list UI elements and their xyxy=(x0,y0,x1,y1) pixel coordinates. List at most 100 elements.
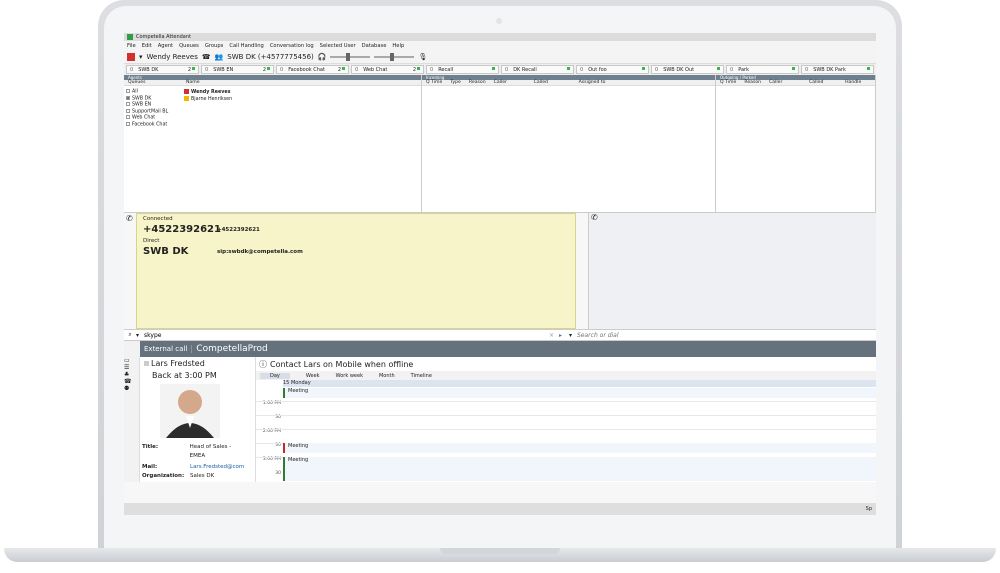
status-dot xyxy=(492,67,495,70)
person-name: Lars Fredsted xyxy=(151,359,205,368)
queue-tab[interactable]: 0 Facebook Chat 2 xyxy=(276,65,349,74)
mic-icon[interactable]: 🎙 xyxy=(418,53,427,61)
search-input[interactable] xyxy=(144,330,549,340)
menu-help[interactable]: Help xyxy=(392,43,404,49)
col-called[interactable]: Called xyxy=(530,80,575,85)
checkbox[interactable] xyxy=(126,115,130,119)
handset-icon[interactable]: ✆ xyxy=(126,214,133,223)
status-dot xyxy=(717,67,720,70)
dropdown-icon[interactable]: ▾ xyxy=(139,53,143,61)
person-details: Title: Head of Sales - EMEA Mail: Lars.Fre… xyxy=(142,443,248,481)
menu-edit[interactable]: Edit xyxy=(142,43,152,49)
checkbox[interactable] xyxy=(126,102,130,106)
menu-agent[interactable]: Agent xyxy=(158,43,173,49)
col-reason[interactable]: Reason xyxy=(740,80,765,85)
status-icon xyxy=(184,89,189,94)
search-icon[interactable]: ⌕ xyxy=(124,331,136,339)
person-mail[interactable]: Lars.Fredsted@com xyxy=(190,463,244,472)
agent-row[interactable]: Wendy Reeves xyxy=(184,89,232,96)
dropdown-icon[interactable]: ▾ xyxy=(569,332,577,339)
laptop-notch xyxy=(440,548,560,554)
col-queues[interactable]: Queues xyxy=(124,80,182,85)
phone-icon[interactable]: ☎ xyxy=(124,378,139,385)
queue-tab[interactable]: 0 DK Recall xyxy=(501,65,574,74)
org-icon[interactable]: ♣ xyxy=(124,371,139,378)
phone-icon[interactable]: ☎ xyxy=(202,53,211,61)
active-call-card[interactable]: ✆ Connected +4522392621 +4522392621 Dire… xyxy=(126,213,576,329)
headset-icon[interactable]: 🎧 xyxy=(318,53,327,61)
menu-call-handling[interactable]: Call Handling xyxy=(229,43,263,49)
checkbox[interactable] xyxy=(126,121,130,126)
calendar-date: 15 Monday xyxy=(283,380,876,387)
tab-work-week[interactable]: Work week xyxy=(336,373,363,379)
app-window: Competella Attendant File Edit Agent Que… xyxy=(124,33,876,515)
info-icon: ⓘ xyxy=(259,359,267,369)
queue-tab[interactable]: 0 Park xyxy=(726,65,799,74)
list-icon[interactable]: ☰ xyxy=(124,364,139,371)
menu-queues[interactable]: Queues xyxy=(179,43,199,49)
dial-input[interactable] xyxy=(577,330,876,340)
call-queue: SWB DK xyxy=(143,246,189,257)
col-qtime[interactable]: Q Time xyxy=(422,80,446,85)
col-type[interactable]: Type xyxy=(446,80,465,85)
col-handle[interactable]: Handle xyxy=(841,80,865,85)
user-name[interactable]: Wendy Reeves xyxy=(147,53,198,61)
group-icon[interactable]: ⚉ xyxy=(124,385,139,392)
mic-slider[interactable] xyxy=(374,52,415,61)
queue-tab[interactable]: 0 SWB DK 2 xyxy=(126,65,199,74)
tab-month[interactable]: Month xyxy=(379,373,395,379)
menu-database[interactable]: Database xyxy=(362,43,387,49)
status-dot xyxy=(867,67,870,70)
presence-icon[interactable] xyxy=(127,52,135,61)
queue-tab[interactable]: 0 Out foo xyxy=(576,65,649,74)
col-assigned[interactable]: Assigned to xyxy=(575,80,610,85)
agents-pane: Agents Queues Name All SWB DK SWB EN Sup… xyxy=(124,75,422,212)
person-status: Back at 3:00 PM xyxy=(152,371,217,380)
calendar-event[interactable]: Meeting xyxy=(283,457,876,481)
queue-selector[interactable]: SWB DK (+4577775456) xyxy=(227,53,313,61)
agent-row[interactable]: Bjarne Henriksen xyxy=(184,96,232,103)
col-caller[interactable]: Caller xyxy=(765,80,805,85)
menu-groups[interactable]: Groups xyxy=(205,43,224,49)
col-caller[interactable]: Caller xyxy=(490,80,530,85)
status-icon xyxy=(184,96,189,101)
main-panes: Agents Queues Name All SWB DK SWB EN Sup… xyxy=(124,75,876,213)
menu-selected-user[interactable]: Selected User xyxy=(320,43,356,49)
col-called[interactable]: Called xyxy=(805,80,841,85)
queue-tab[interactable]: 0 SWB DK Park xyxy=(801,65,874,74)
checkbox-checked[interactable] xyxy=(126,95,130,100)
card-icon[interactable]: ▭ xyxy=(124,357,139,364)
calendar-event[interactable]: Meeting xyxy=(283,388,876,398)
calendar-event[interactable]: Meeting xyxy=(283,443,876,453)
contacts-icon[interactable]: 👥 xyxy=(215,53,224,61)
col-reason[interactable]: Reason xyxy=(465,80,490,85)
queue-tab[interactable]: 0 SWB EN 2 xyxy=(201,65,274,74)
call-route: Direct xyxy=(143,238,160,244)
menu-file[interactable]: File xyxy=(127,43,136,49)
go-icon[interactable]: ▸ xyxy=(559,332,569,339)
tab-day[interactable]: Day xyxy=(260,372,290,379)
col-qtime[interactable]: Q Time xyxy=(716,80,740,85)
call-sip: sip:swbdk@competella.com xyxy=(217,249,303,255)
handset-icon[interactable]: ✆ xyxy=(591,213,598,222)
tab-timeline[interactable]: Timeline xyxy=(411,373,432,379)
contact-icon[interactable] xyxy=(124,341,140,357)
col-name[interactable]: Name xyxy=(182,80,204,85)
caller-number: +4522392621 xyxy=(143,224,221,235)
call-row: ✆ Connected +4522392621 +4522392621 Dire… xyxy=(124,213,876,329)
calendar-note: Contact Lars on Mobile when offline xyxy=(270,359,414,369)
queue-tab[interactable]: 0 Recall xyxy=(426,65,499,74)
checkbox[interactable] xyxy=(126,108,130,113)
menu-conversation-log[interactable]: Conversation log xyxy=(270,43,314,49)
queue-filter-item[interactable]: Facebook Chat xyxy=(126,121,168,129)
caller-number-small: +4522392621 xyxy=(217,227,260,233)
checkbox[interactable] xyxy=(126,89,130,93)
queue-tab[interactable]: 0 SWB DK Out xyxy=(651,65,724,74)
clear-icon[interactable]: × xyxy=(549,332,559,339)
dropdown-icon[interactable]: ▾ xyxy=(136,332,144,339)
menu-bar: File Edit Agent Queues Groups Call Handl… xyxy=(124,41,876,50)
tab-week[interactable]: Week xyxy=(306,373,320,379)
queue-tab[interactable]: 0 Web Chat 2 xyxy=(351,65,424,74)
calendar-pane: ⓘ Contact Lars on Mobile when offline Day… xyxy=(256,357,876,482)
volume-slider[interactable] xyxy=(330,52,371,61)
